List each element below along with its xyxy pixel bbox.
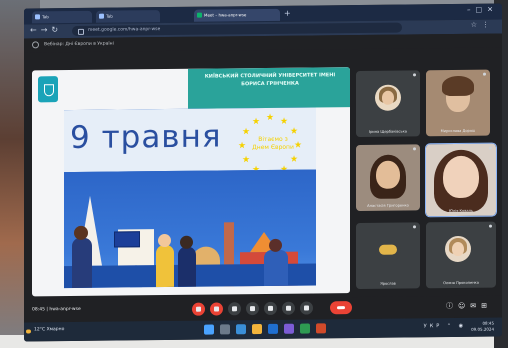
more-options-icon[interactable] (483, 72, 486, 76)
person-head (180, 235, 193, 249)
excel-icon[interactable] (300, 323, 310, 334)
person-head (74, 225, 88, 240)
weather-icon (26, 329, 31, 334)
more-options-icon[interactable] (413, 73, 416, 77)
weather-desc: Хмарно (46, 327, 65, 333)
participant-tile[interactable]: Олена Прокопенко (426, 221, 496, 289)
more-vert-icon (304, 305, 309, 311)
language-indicator: УКР (423, 323, 443, 330)
university-banner: КИЇВСЬКИЙ СТОЛИЧНИЙ УНІВЕРСИТЕТ ІМЕНІ БО… (188, 67, 350, 109)
browser-tab[interactable]: Tab (32, 10, 92, 24)
browser-tab[interactable]: Tab (96, 10, 160, 23)
side-panel-buttons[interactable]: ⓘ☺✉⊞ (446, 301, 492, 311)
meeting-title: Вебінар: Дні Європи в Україні (44, 41, 114, 48)
poster-date-title: 9 травня (70, 118, 222, 157)
taskbar-clock[interactable]: 08:45 09.05.2024 (471, 321, 494, 333)
participant-name: Ярослав (380, 281, 396, 286)
more-options-icon[interactable] (413, 225, 416, 229)
weather-temp: 12°C (34, 327, 46, 333)
captions-button[interactable] (228, 302, 241, 316)
emoji-icon (250, 306, 255, 312)
search-icon[interactable] (220, 324, 230, 335)
window-controls[interactable]: –□✕ (467, 6, 498, 14)
europe-day-poster: 9 травня ★ ★ ★ ★ ★ ★ ★ ★ ★ ★ ★ ★ Вітаємо… (64, 107, 316, 289)
weather-widget[interactable]: 12°C Хмарно (34, 327, 64, 332)
plus-icon[interactable]: + (284, 9, 291, 19)
end-call-button[interactable] (330, 301, 352, 315)
present-icon (268, 305, 273, 311)
more-options-icon[interactable] (413, 147, 416, 151)
info-icon[interactable] (32, 41, 39, 49)
university-logo-icon (38, 76, 58, 103)
hand-icon (286, 305, 291, 311)
nav-buttons[interactable]: ←→↻ (30, 25, 62, 34)
camera-off-icon (214, 306, 219, 312)
participant-avatar (375, 84, 401, 111)
eu-caption: Вітаємо з Днем Європи (252, 135, 294, 152)
tab-label: Tab (42, 14, 49, 20)
tab-label: Meet – hwa-anpr-wse (204, 12, 247, 18)
system-tray[interactable]: УКР ⌃ ◉ (424, 323, 466, 329)
file-explorer-icon[interactable] (236, 324, 246, 335)
teams-icon[interactable] (284, 323, 294, 334)
url-text: meet.google.com/hwa-anpr-wse (88, 27, 161, 33)
address-bar[interactable]: meet.google.com/hwa-anpr-wse (72, 22, 402, 37)
powerpoint-icon[interactable] (316, 323, 326, 334)
meet-favicon-icon (197, 12, 202, 18)
mic-off-button[interactable] (192, 302, 205, 316)
person-head (269, 238, 282, 252)
participant-video (443, 155, 479, 199)
participant-tile[interactable]: Ярослав (356, 222, 420, 290)
start-menu-icon[interactable] (204, 324, 214, 335)
edge-icon[interactable] (268, 323, 278, 334)
camera-off-button[interactable] (210, 302, 223, 316)
clock-date: 09.05.2024 (471, 326, 494, 332)
meeting-code: 08:45 | hwa-anpr-wse (32, 306, 81, 313)
participant-name: Юлія Коваль (449, 208, 473, 214)
university-heading: КИЇВСЬКИЙ СТОЛИЧНИЙ УНІВЕРСИТЕТ ІМЕНІ БО… (204, 72, 336, 88)
phone-hangup-icon (337, 306, 345, 310)
lock-icon (78, 28, 84, 35)
participant-name: Анастасія Григоренко (367, 203, 409, 208)
toolbar-icons[interactable]: ☆⋮ (471, 21, 494, 29)
tab-label: Tab (106, 13, 113, 19)
meeting-code-text: hwa-anpr-wse (49, 306, 81, 313)
mic-off-icon (196, 306, 201, 312)
participant-tile[interactable]: Мирослава Дорош (426, 69, 490, 137)
more-options-icon[interactable] (489, 146, 492, 150)
person-head (158, 233, 171, 248)
poster-illustration (64, 169, 316, 289)
participant-tile[interactable]: Ірина Щербаківська (356, 70, 420, 138)
more-options-icon[interactable] (489, 224, 492, 228)
captions-icon (232, 306, 237, 312)
participant-avatar (445, 235, 471, 263)
participant-video (376, 160, 400, 189)
person-figure (72, 237, 92, 289)
present-button[interactable] (264, 301, 277, 315)
tab-favicon-icon (99, 13, 104, 19)
participant-tile[interactable]: Анастасія Григоренко (356, 144, 420, 212)
participant-tile-active-speaker[interactable]: Юлія Коваль (425, 142, 497, 218)
participant-name: Олена Прокопенко (443, 280, 479, 286)
monitor-screen: Tab Tab Meet – hwa-anpr-wse + –□✕ ←→↻ me… (24, 3, 502, 342)
browser-tab-active[interactable]: Meet – hwa-anpr-wse (194, 8, 280, 22)
participant-avatar (375, 236, 401, 263)
emoji-button[interactable] (246, 302, 259, 316)
participant-name: Мирослава Дорош (440, 128, 476, 134)
eu-flag-icon (114, 231, 140, 248)
raise-hand-button[interactable] (282, 301, 295, 315)
meeting-time: 08:45 (32, 307, 45, 313)
person-figure (178, 246, 196, 287)
presentation-stage[interactable]: КИЇВСЬКИЙ СТОЛИЧНИЙ УНІВЕРСИТЕТ ІМЕНІ БО… (32, 67, 350, 297)
person-figure (264, 249, 288, 286)
participant-name: Ірина Щербаківська (369, 129, 407, 134)
more-options-button[interactable] (300, 301, 313, 315)
person-figure (156, 244, 174, 288)
chrome-icon[interactable] (252, 324, 262, 335)
tab-favicon-icon (35, 14, 40, 20)
participant-hair (442, 75, 474, 97)
